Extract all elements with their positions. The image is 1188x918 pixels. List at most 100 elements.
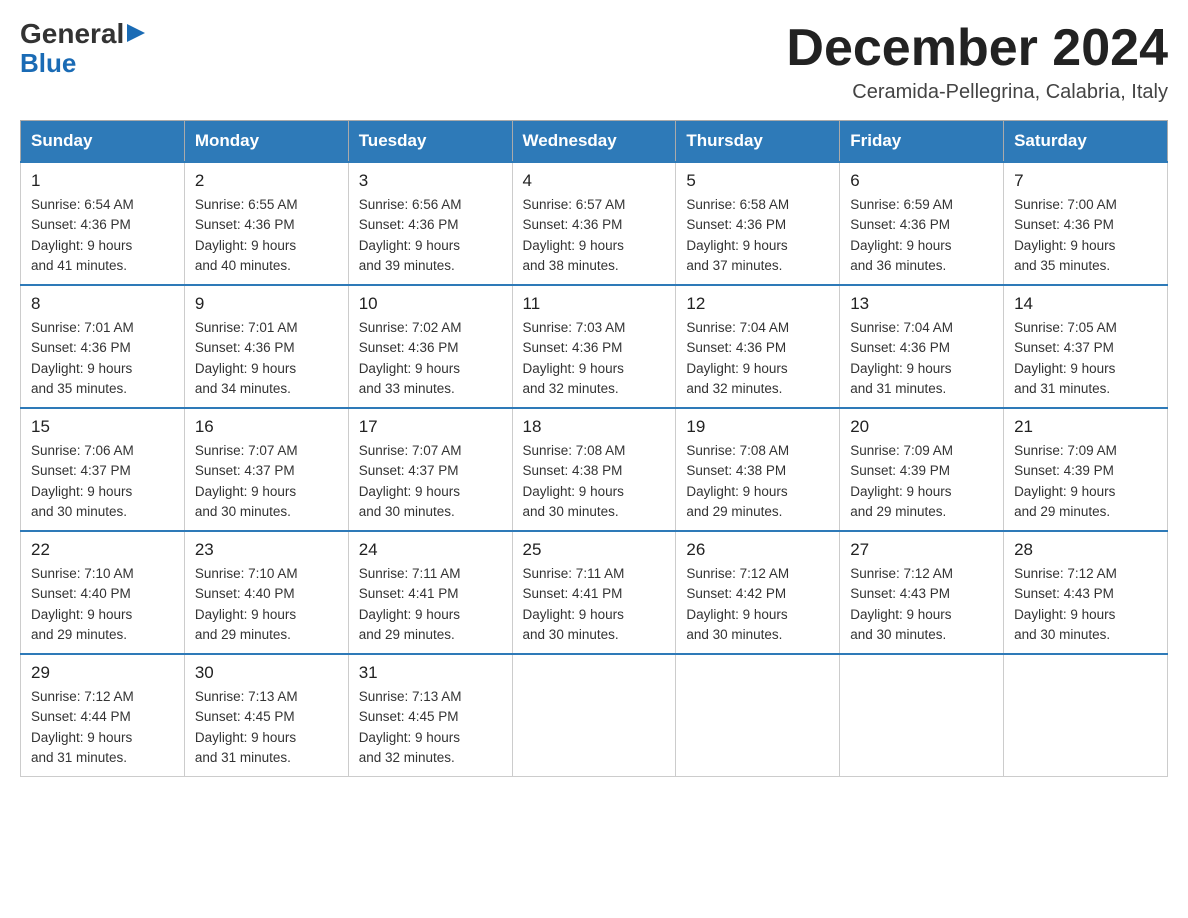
calendar-cell: 19 Sunrise: 7:08 AMSunset: 4:38 PMDaylig… [676, 408, 840, 531]
calendar-cell [676, 654, 840, 777]
logo-blue-text: Blue [20, 50, 145, 76]
calendar-cell: 29 Sunrise: 7:12 AMSunset: 4:44 PMDaylig… [21, 654, 185, 777]
calendar-cell: 12 Sunrise: 7:04 AMSunset: 4:36 PMDaylig… [676, 285, 840, 408]
day-info: Sunrise: 7:09 AMSunset: 4:39 PMDaylight:… [1014, 443, 1117, 519]
calendar-cell: 14 Sunrise: 7:05 AMSunset: 4:37 PMDaylig… [1004, 285, 1168, 408]
day-info: Sunrise: 7:00 AMSunset: 4:36 PMDaylight:… [1014, 197, 1117, 273]
header: General Blue December 2024 Ceramida-Pell… [20, 20, 1168, 104]
day-info: Sunrise: 7:10 AMSunset: 4:40 PMDaylight:… [31, 566, 134, 642]
day-info: Sunrise: 7:07 AMSunset: 4:37 PMDaylight:… [195, 443, 298, 519]
calendar-cell: 3 Sunrise: 6:56 AMSunset: 4:36 PMDayligh… [348, 162, 512, 285]
calendar-cell [1004, 654, 1168, 777]
day-info: Sunrise: 7:04 AMSunset: 4:36 PMDaylight:… [850, 320, 953, 396]
day-number: 3 [359, 171, 502, 191]
day-info: Sunrise: 7:12 AMSunset: 4:42 PMDaylight:… [686, 566, 789, 642]
logo-arrow-icon [127, 24, 145, 46]
calendar-cell: 9 Sunrise: 7:01 AMSunset: 4:36 PMDayligh… [184, 285, 348, 408]
weekday-header-saturday: Saturday [1004, 121, 1168, 163]
calendar-cell: 10 Sunrise: 7:02 AMSunset: 4:36 PMDaylig… [348, 285, 512, 408]
calendar-week-row: 29 Sunrise: 7:12 AMSunset: 4:44 PMDaylig… [21, 654, 1168, 777]
day-number: 30 [195, 663, 338, 683]
calendar-cell: 31 Sunrise: 7:13 AMSunset: 4:45 PMDaylig… [348, 654, 512, 777]
day-number: 31 [359, 663, 502, 683]
day-info: Sunrise: 7:08 AMSunset: 4:38 PMDaylight:… [523, 443, 626, 519]
calendar-cell [512, 654, 676, 777]
calendar-week-row: 15 Sunrise: 7:06 AMSunset: 4:37 PMDaylig… [21, 408, 1168, 531]
day-number: 8 [31, 294, 174, 314]
day-info: Sunrise: 7:12 AMSunset: 4:43 PMDaylight:… [1014, 566, 1117, 642]
day-info: Sunrise: 7:03 AMSunset: 4:36 PMDaylight:… [523, 320, 626, 396]
day-info: Sunrise: 7:13 AMSunset: 4:45 PMDaylight:… [195, 689, 298, 765]
calendar-cell: 24 Sunrise: 7:11 AMSunset: 4:41 PMDaylig… [348, 531, 512, 654]
calendar-cell: 15 Sunrise: 7:06 AMSunset: 4:37 PMDaylig… [21, 408, 185, 531]
day-number: 17 [359, 417, 502, 437]
day-number: 21 [1014, 417, 1157, 437]
day-number: 13 [850, 294, 993, 314]
day-number: 11 [523, 294, 666, 314]
day-number: 10 [359, 294, 502, 314]
calendar-cell: 1 Sunrise: 6:54 AMSunset: 4:36 PMDayligh… [21, 162, 185, 285]
day-number: 27 [850, 540, 993, 560]
calendar-cell: 21 Sunrise: 7:09 AMSunset: 4:39 PMDaylig… [1004, 408, 1168, 531]
day-info: Sunrise: 7:13 AMSunset: 4:45 PMDaylight:… [359, 689, 462, 765]
calendar-table: SundayMondayTuesdayWednesdayThursdayFrid… [20, 120, 1168, 777]
location-subtitle: Ceramida-Pellegrina, Calabria, Italy [786, 81, 1168, 104]
weekday-header-row: SundayMondayTuesdayWednesdayThursdayFrid… [21, 121, 1168, 163]
day-number: 9 [195, 294, 338, 314]
day-number: 12 [686, 294, 829, 314]
calendar-cell: 5 Sunrise: 6:58 AMSunset: 4:36 PMDayligh… [676, 162, 840, 285]
logo: General Blue [20, 20, 145, 76]
day-number: 6 [850, 171, 993, 191]
calendar-cell: 2 Sunrise: 6:55 AMSunset: 4:36 PMDayligh… [184, 162, 348, 285]
day-info: Sunrise: 7:01 AMSunset: 4:36 PMDaylight:… [31, 320, 134, 396]
calendar-cell: 6 Sunrise: 6:59 AMSunset: 4:36 PMDayligh… [840, 162, 1004, 285]
calendar-cell: 25 Sunrise: 7:11 AMSunset: 4:41 PMDaylig… [512, 531, 676, 654]
weekday-header-monday: Monday [184, 121, 348, 163]
calendar-cell: 23 Sunrise: 7:10 AMSunset: 4:40 PMDaylig… [184, 531, 348, 654]
title-area: December 2024 Ceramida-Pellegrina, Calab… [786, 20, 1168, 104]
day-number: 24 [359, 540, 502, 560]
day-number: 20 [850, 417, 993, 437]
day-number: 26 [686, 540, 829, 560]
day-info: Sunrise: 7:02 AMSunset: 4:36 PMDaylight:… [359, 320, 462, 396]
day-number: 2 [195, 171, 338, 191]
day-number: 1 [31, 171, 174, 191]
calendar-cell: 20 Sunrise: 7:09 AMSunset: 4:39 PMDaylig… [840, 408, 1004, 531]
day-info: Sunrise: 7:01 AMSunset: 4:36 PMDaylight:… [195, 320, 298, 396]
day-info: Sunrise: 6:59 AMSunset: 4:36 PMDaylight:… [850, 197, 953, 273]
day-number: 23 [195, 540, 338, 560]
day-number: 19 [686, 417, 829, 437]
day-number: 4 [523, 171, 666, 191]
day-number: 7 [1014, 171, 1157, 191]
day-info: Sunrise: 7:12 AMSunset: 4:44 PMDaylight:… [31, 689, 134, 765]
weekday-header-friday: Friday [840, 121, 1004, 163]
day-info: Sunrise: 6:57 AMSunset: 4:36 PMDaylight:… [523, 197, 626, 273]
day-number: 14 [1014, 294, 1157, 314]
calendar-cell: 4 Sunrise: 6:57 AMSunset: 4:36 PMDayligh… [512, 162, 676, 285]
day-info: Sunrise: 7:08 AMSunset: 4:38 PMDaylight:… [686, 443, 789, 519]
weekday-header-sunday: Sunday [21, 121, 185, 163]
day-info: Sunrise: 7:09 AMSunset: 4:39 PMDaylight:… [850, 443, 953, 519]
calendar-cell: 22 Sunrise: 7:10 AMSunset: 4:40 PMDaylig… [21, 531, 185, 654]
calendar-cell: 7 Sunrise: 7:00 AMSunset: 4:36 PMDayligh… [1004, 162, 1168, 285]
day-number: 18 [523, 417, 666, 437]
calendar-week-row: 1 Sunrise: 6:54 AMSunset: 4:36 PMDayligh… [21, 162, 1168, 285]
weekday-header-wednesday: Wednesday [512, 121, 676, 163]
month-title: December 2024 [786, 20, 1168, 77]
calendar-cell: 18 Sunrise: 7:08 AMSunset: 4:38 PMDaylig… [512, 408, 676, 531]
calendar-cell: 11 Sunrise: 7:03 AMSunset: 4:36 PMDaylig… [512, 285, 676, 408]
calendar-week-row: 22 Sunrise: 7:10 AMSunset: 4:40 PMDaylig… [21, 531, 1168, 654]
day-number: 29 [31, 663, 174, 683]
day-info: Sunrise: 7:11 AMSunset: 4:41 PMDaylight:… [359, 566, 461, 642]
day-info: Sunrise: 7:04 AMSunset: 4:36 PMDaylight:… [686, 320, 789, 396]
calendar-cell: 8 Sunrise: 7:01 AMSunset: 4:36 PMDayligh… [21, 285, 185, 408]
weekday-header-tuesday: Tuesday [348, 121, 512, 163]
day-number: 28 [1014, 540, 1157, 560]
weekday-header-thursday: Thursday [676, 121, 840, 163]
day-info: Sunrise: 7:12 AMSunset: 4:43 PMDaylight:… [850, 566, 953, 642]
day-info: Sunrise: 6:54 AMSunset: 4:36 PMDaylight:… [31, 197, 134, 273]
calendar-week-row: 8 Sunrise: 7:01 AMSunset: 4:36 PMDayligh… [21, 285, 1168, 408]
day-info: Sunrise: 7:11 AMSunset: 4:41 PMDaylight:… [523, 566, 625, 642]
calendar-cell: 26 Sunrise: 7:12 AMSunset: 4:42 PMDaylig… [676, 531, 840, 654]
calendar-cell: 16 Sunrise: 7:07 AMSunset: 4:37 PMDaylig… [184, 408, 348, 531]
